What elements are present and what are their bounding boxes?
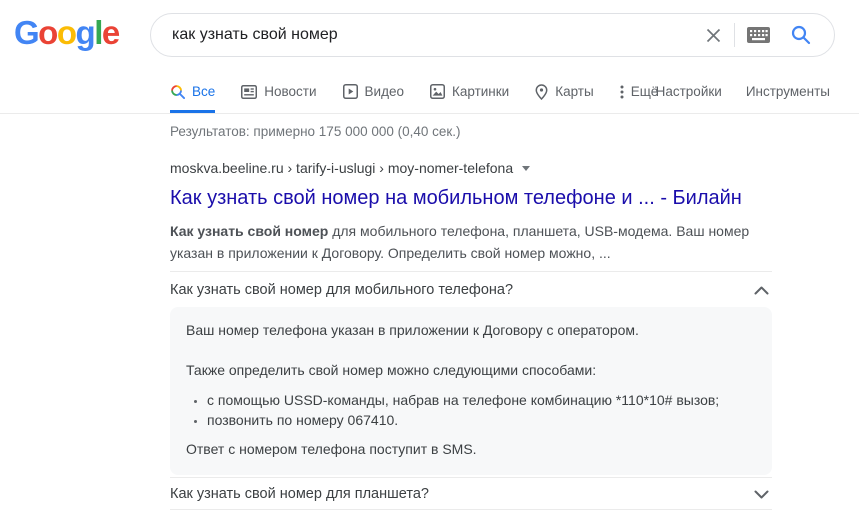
breadcrumb-url: moskva.beeline.ru › tarify-i-uslugi › mo… [170,160,514,176]
result-snippet: Как узнать свой номер для мобильного тел… [170,220,772,264]
more-icon [620,85,624,99]
search-input[interactable] [151,15,695,55]
clear-icon [706,28,721,42]
divider [170,509,772,510]
logo-letter: e [101,14,120,51]
tools-link[interactable]: Инструменты [746,70,830,113]
tab-label: Карты [555,84,594,99]
tools-label: Инструменты [745,84,830,99]
faq-question-label: Как узнать свой номер для планшета? [170,486,429,502]
logo-letter: o [38,14,58,51]
faq-question-mobile[interactable]: Как узнать свой номер для мобильного тел… [170,274,772,306]
chevron-down-icon [754,490,772,499]
answer-paragraph: Ваш номер телефона указан в приложении к… [186,322,639,338]
logo-letter: G [14,14,40,51]
tab-label: Видео [364,84,404,99]
logo-letter: g [75,14,96,51]
maps-icon [535,83,548,100]
chevron-up-icon [754,286,772,295]
news-icon [241,84,258,99]
answer-paragraph: Также определить свой номер можно следую… [186,362,597,378]
clear-button[interactable] [695,15,732,55]
answer-bullet-list: с помощью USSD-команды, набрав на телефо… [186,390,756,430]
settings-link[interactable]: Настройки [656,70,722,113]
search-submit-button[interactable] [780,15,822,55]
tab-video[interactable]: Видео [342,70,404,113]
video-icon [342,84,358,99]
answer-bullet: с помощью USSD-команды, набрав на телефо… [207,390,756,410]
settings-label: Настройки [655,84,722,99]
faq-question-tablet[interactable]: Как узнать свой номер для планшета? [170,479,772,509]
faq-answer-panel: Ваш номер телефона указан в приложении к… [170,307,772,475]
logo-letter: o [56,14,77,51]
divider [170,477,772,478]
search-icon [170,84,185,99]
results-tab-bar: Все Новости Видео Картинки Карты Ещё Нас… [0,70,859,114]
images-icon [429,84,445,99]
tab-maps[interactable]: Карты [535,70,594,113]
searchbox-divider [734,23,735,47]
tab-news[interactable]: Новости [241,70,317,113]
result-breadcrumb: moskva.beeline.ru › tarify-i-uslugi › mo… [170,160,772,176]
faq-question-label: Как узнать свой номер для мобильного тел… [170,282,514,298]
keyboard-icon [747,27,770,43]
google-logo[interactable]: Google [14,14,120,52]
search-bar[interactable] [150,13,835,57]
keyboard-button[interactable] [737,15,780,55]
answer-paragraph: Ответ с номером телефона поступит в SMS. [186,441,477,457]
snippet-bold-text: Как узнать свой номер [170,223,329,239]
tab-images[interactable]: Картинки [429,70,510,113]
tab-label: Картинки [451,84,510,99]
logo-letter: l [94,14,103,51]
search-icon [791,25,811,45]
result-options-arrow-icon[interactable] [522,165,531,171]
divider [170,271,772,272]
result-stats: Результатов: примерно 175 000 000 (0,40 … [170,124,461,139]
tab-label: Все [192,84,216,99]
tab-label: Новости [264,84,317,99]
tab-all[interactable]: Все [170,70,216,113]
result-title-link[interactable]: Как узнать свой номер на мобильном телеф… [170,186,772,211]
answer-bullet: позвонить по номеру 067410. [207,410,756,430]
